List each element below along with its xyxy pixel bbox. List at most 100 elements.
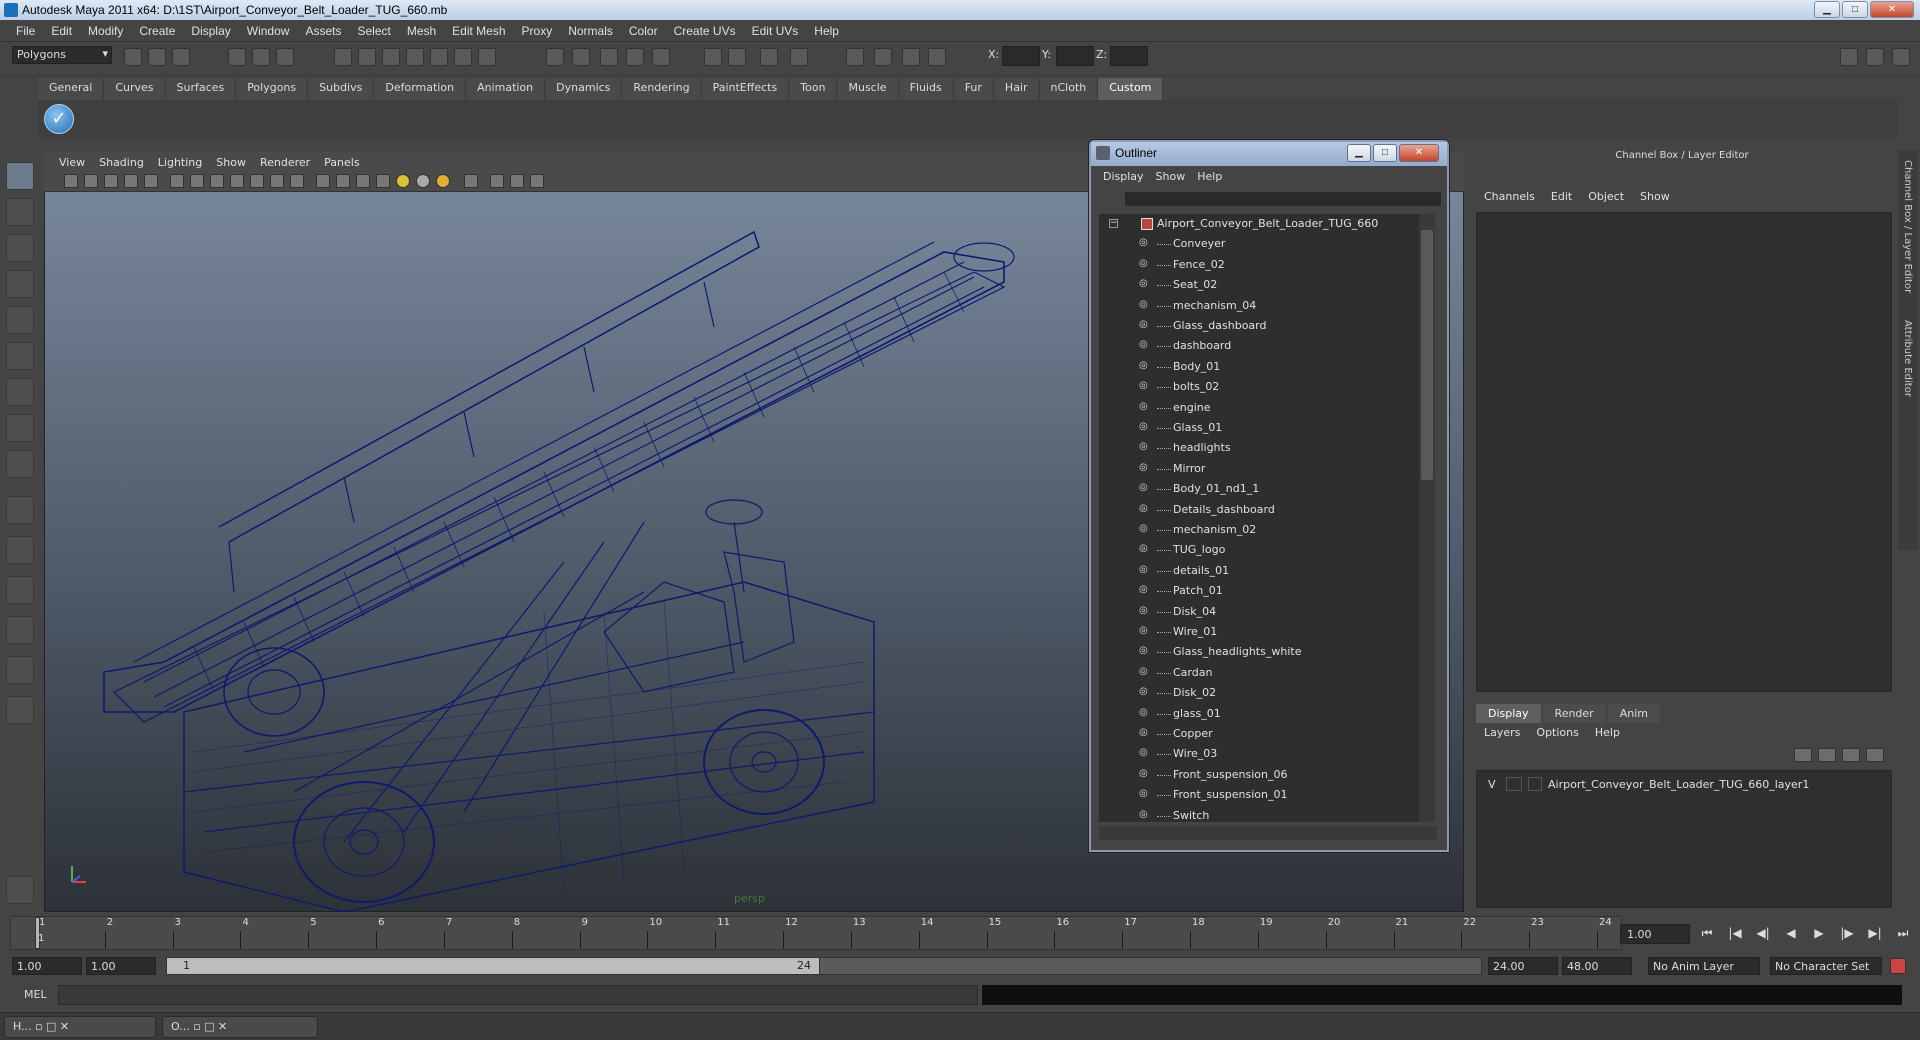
outliner-item[interactable]: ◎ Mirror [1099, 459, 1419, 479]
outliner-item[interactable]: ◎ Conveyer [1099, 234, 1419, 254]
outliner-menu-display[interactable]: Display [1097, 170, 1150, 183]
play-backwards-icon[interactable]: ◀ [1782, 926, 1800, 942]
close-button[interactable]: ✕ [1870, 1, 1914, 18]
playback-end-field[interactable]: 24.00 [1488, 957, 1558, 975]
menu-modify[interactable]: Modify [80, 24, 131, 38]
step-back-key-icon[interactable]: |◀ [1726, 926, 1744, 942]
menu-proxy[interactable]: Proxy [514, 24, 561, 38]
outliner-close-button[interactable]: ✕ [1399, 144, 1439, 162]
auto-key-icon[interactable] [1890, 958, 1906, 974]
outliner-minimize-button[interactable]: ▁ [1347, 144, 1371, 162]
bookmarks-icon[interactable] [104, 174, 118, 188]
paint-select-tool-icon[interactable] [6, 234, 34, 262]
anim-layer-dropdown[interactable]: No Anim Layer [1648, 957, 1760, 975]
isolate-select-icon[interactable] [464, 174, 478, 188]
layer-menu-layers[interactable]: Layers [1476, 726, 1528, 739]
select-object-icon[interactable] [252, 48, 270, 66]
menu-normals[interactable]: Normals [560, 24, 621, 38]
shelf-tab-dynamics[interactable]: Dynamics [545, 78, 623, 100]
menu-window[interactable]: Window [239, 24, 298, 38]
outliner-item[interactable]: ◎ mechanism_02 [1099, 520, 1419, 540]
outliner-item[interactable]: ◎ Patch_01 [1099, 581, 1419, 601]
command-language-label[interactable]: MEL [24, 988, 47, 1001]
camera-attributes-icon[interactable] [84, 174, 98, 188]
smooth-shade-icon[interactable] [336, 174, 350, 188]
persp-outliner-layout-icon[interactable] [6, 576, 34, 604]
shelf-tab-subdivs[interactable]: Subdivs [308, 78, 375, 100]
snap-curve-icon[interactable] [358, 48, 376, 66]
menu-file[interactable]: File [8, 24, 43, 38]
outliner-maximize-button[interactable]: □ [1373, 144, 1397, 162]
command-input[interactable] [58, 985, 978, 1005]
lasso-tool-icon[interactable] [6, 198, 34, 226]
render-current-frame-icon[interactable] [572, 48, 590, 66]
shelf-tab-painteffects[interactable]: PaintEffects [701, 78, 790, 100]
layer-tab-render[interactable]: Render [1542, 704, 1606, 723]
four-view-layout-icon[interactable] [6, 536, 34, 564]
step-forward-frame-icon[interactable]: |▶ [1838, 926, 1856, 942]
resolution-gate-icon[interactable] [210, 174, 224, 188]
shelf-tab-curves[interactable]: Curves [104, 78, 166, 100]
use-all-lights-icon[interactable] [396, 174, 410, 188]
channel-box-area[interactable] [1476, 212, 1892, 692]
outliner-window[interactable]: Outliner ▁ □ ✕ Display Show Help − Airport_… [1089, 140, 1449, 852]
outliner-item[interactable]: ◎ Disk_04 [1099, 602, 1419, 622]
toggle-tool-settings-icon[interactable] [1892, 48, 1910, 66]
channel-box-side-tab[interactable]: Channel Box / Layer Editor [1902, 160, 1913, 293]
rename-icon[interactable] [846, 48, 864, 66]
open-scene-icon[interactable] [148, 48, 166, 66]
new-layer-icon[interactable] [1842, 748, 1860, 762]
render-settings-icon[interactable] [626, 48, 644, 66]
outliner-item[interactable]: ◎ Seat_02 [1099, 275, 1419, 295]
channel-box-menu-edit[interactable]: Edit [1543, 190, 1580, 203]
shelf-tab-surfaces[interactable]: Surfaces [165, 78, 237, 100]
layer-row[interactable]: V Airport_Conveyor_Belt_Loader_TUG_660_l… [1478, 776, 1888, 794]
z-field[interactable] [1110, 46, 1148, 66]
layer-visibility-toggle[interactable]: V [1488, 778, 1496, 791]
select-camera-icon[interactable] [64, 174, 78, 188]
hypershade-persp-layout-icon[interactable] [6, 656, 34, 684]
shelf-tab-fur[interactable]: Fur [953, 78, 994, 100]
play-forwards-icon[interactable]: ▶ [1810, 926, 1828, 942]
custom-shelf-check-icon[interactable]: ✓ [44, 104, 74, 134]
time-slider[interactable]: 1 2 3 4 5 6 7 8 9 10 11 12 13 14 15 16 17 18 19 20 21 22 23 24 1 [10, 916, 1622, 950]
menu-edit-mesh[interactable]: Edit Mesh [444, 24, 513, 38]
attribute-editor-icon[interactable] [874, 48, 892, 66]
render-view-icon[interactable] [704, 48, 722, 66]
new-scene-icon[interactable] [124, 48, 142, 66]
show-hide-channel-box-icon[interactable] [760, 48, 778, 66]
attribute-editor-side-tab[interactable]: Attribute Editor [1902, 320, 1913, 397]
universal-manipulator-icon[interactable] [6, 378, 34, 406]
viewport-menu-show[interactable]: Show [209, 156, 253, 169]
layer-menu-help[interactable]: Help [1587, 726, 1628, 739]
shelf-tab-rendering[interactable]: Rendering [622, 78, 702, 100]
layout-shortcut-icon[interactable] [6, 876, 34, 904]
textured-icon[interactable] [376, 174, 390, 188]
go-to-end-icon[interactable]: ⏭ [1894, 926, 1912, 942]
outliner-item[interactable]: ◎ dashboard [1099, 336, 1419, 356]
outliner-item[interactable]: ◎ Fence_02 [1099, 255, 1419, 275]
outliner-item[interactable]: ◎ Switch [1099, 806, 1419, 822]
outliner-menu-help[interactable]: Help [1191, 170, 1228, 183]
snap-point-icon[interactable] [382, 48, 400, 66]
hypershade-icon[interactable] [652, 48, 670, 66]
construction-history-icon[interactable] [546, 48, 564, 66]
outliner-item[interactable]: ◎ Details_dashboard [1099, 500, 1419, 520]
layer-type-toggle[interactable] [1506, 777, 1522, 791]
help-icon[interactable] [478, 48, 496, 66]
show-manipulator-icon[interactable] [6, 450, 34, 478]
current-time-field[interactable]: 1.00 [1620, 924, 1690, 944]
tool-settings-icon[interactable] [790, 48, 808, 66]
menu-mesh[interactable]: Mesh [399, 24, 444, 38]
menu-create-uvs[interactable]: Create UVs [666, 24, 744, 38]
outliner-item[interactable]: ◎ Front_suspension_01 [1099, 785, 1419, 805]
single-perspective-layout-icon[interactable] [6, 496, 34, 524]
two-d-pan-icon[interactable] [144, 174, 158, 188]
field-chart-icon[interactable] [250, 174, 264, 188]
outliner-horizontal-scrollbar[interactable] [1099, 826, 1437, 840]
menu-assets[interactable]: Assets [297, 24, 349, 38]
shelf-tab-ncloth[interactable]: nCloth [1039, 78, 1099, 100]
animation-end-field[interactable]: 48.00 [1562, 957, 1632, 975]
default-light-icon[interactable] [436, 174, 450, 188]
rotate-tool-icon[interactable] [6, 306, 34, 334]
